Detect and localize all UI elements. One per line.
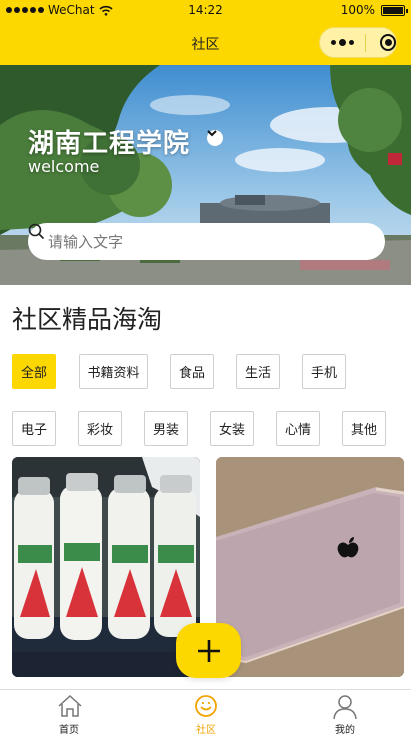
category-tag-books[interactable]: 书籍资料	[79, 354, 148, 389]
category-tag-other[interactable]: 其他	[342, 411, 386, 446]
search-input[interactable]	[48, 232, 348, 251]
category-tag-phones[interactable]: 手机	[302, 354, 346, 389]
category-tag-menswear[interactable]: 男装	[144, 411, 188, 446]
search-bar[interactable]	[28, 223, 385, 260]
community-icon	[195, 695, 217, 717]
product-image	[216, 457, 404, 677]
product-image	[12, 457, 200, 677]
tab-community[interactable]: 社区	[146, 690, 266, 739]
tab-home[interactable]: 首页	[9, 690, 129, 739]
category-tag-mood[interactable]: 心情	[276, 411, 320, 446]
product-card[interactable]	[12, 457, 200, 677]
section-title: 社区精品海淘	[12, 305, 163, 334]
battery-icon	[381, 4, 408, 16]
tab-home-label: 首页	[59, 725, 79, 736]
campus-banner: 湖南工程学院 welcome	[0, 65, 411, 285]
category-tag-electronics[interactable]: 电子	[12, 411, 56, 446]
community-page: WeChat 14:22 100% 社区 湖南工程学院 welcome 请输入文…	[0, 0, 411, 739]
category-tag-life[interactable]: 生活	[236, 354, 280, 389]
plus-icon	[197, 639, 220, 662]
product-card[interactable]	[216, 457, 404, 677]
tab-profile[interactable]: 我的	[285, 690, 405, 739]
home-icon	[58, 694, 82, 717]
category-tag-food[interactable]: 食品	[170, 354, 214, 389]
campus-name: 湖南工程学院	[28, 129, 191, 159]
battery-percent: 100%	[340, 3, 375, 17]
capsule-divider	[365, 33, 366, 52]
campus-dropdown-icon[interactable]	[207, 130, 223, 146]
welcome-text: welcome	[28, 157, 100, 176]
add-post-button[interactable]	[176, 623, 241, 678]
category-tag-all[interactable]: 全部	[12, 354, 56, 389]
close-miniprogram-icon[interactable]	[379, 34, 396, 51]
category-tag-womenswear[interactable]: 女装	[210, 411, 254, 446]
tab-community-label: 社区	[196, 725, 216, 736]
navigation-bar: WeChat 14:22 100% 社区	[0, 0, 411, 65]
tab-profile-label: 我的	[335, 725, 355, 736]
more-icon[interactable]	[331, 38, 354, 46]
tab-bar: 首页 社区 我的	[0, 689, 411, 739]
profile-icon	[333, 695, 357, 720]
miniprogram-capsule	[319, 27, 397, 58]
search-icon	[28, 223, 45, 240]
status-bar: WeChat 14:22 100%	[0, 0, 411, 22]
category-tag-makeup[interactable]: 彩妆	[78, 411, 122, 446]
